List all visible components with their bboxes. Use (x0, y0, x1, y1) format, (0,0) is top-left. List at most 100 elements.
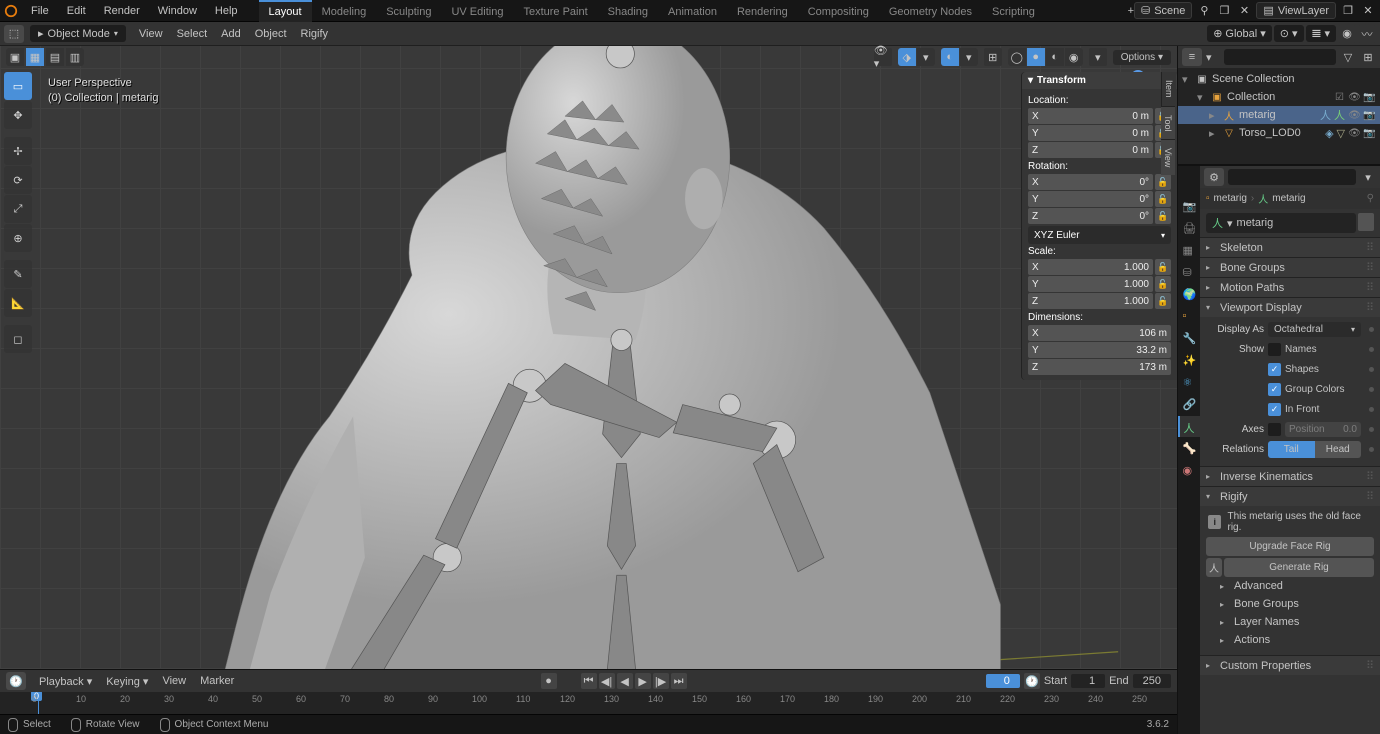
show-names-anim[interactable] (1369, 347, 1374, 352)
show-group-colors-checkbox[interactable] (1268, 383, 1281, 396)
outliner-search-input[interactable] (1224, 49, 1336, 65)
editor-type-button[interactable]: ⬚ (4, 25, 24, 43)
current-frame-field[interactable]: 0 (986, 674, 1020, 688)
viewport-menu-add[interactable]: Add (214, 25, 248, 43)
transform-panel-header[interactable]: ▾ Transform⠿ (1022, 72, 1177, 89)
advanced-sub-header[interactable]: ▸Advanced (1206, 577, 1374, 595)
dim-z-field[interactable]: Z173 m (1028, 359, 1171, 375)
menu-help[interactable]: Help (206, 1, 247, 21)
select-mode-face2[interactable]: ▥ (66, 48, 84, 66)
shading-wire[interactable]: ◯ (1008, 48, 1026, 66)
metarig-row[interactable]: ▸ 人 metarig 人人 👁📷 (1178, 106, 1380, 124)
display-as-dropdown[interactable]: Octahedral▾ (1268, 322, 1361, 337)
prop-tab-constraints[interactable]: 🔗 (1178, 394, 1200, 415)
play-reverse-button[interactable]: ◀ (617, 673, 633, 689)
properties-search-input[interactable] (1228, 169, 1356, 185)
scale-y-field[interactable]: Y1.000 (1028, 276, 1153, 292)
prop-tab-armature[interactable]: 人 (1178, 416, 1200, 437)
prop-tab-world[interactable]: 🌍 (1178, 284, 1200, 305)
rigify-panel-header[interactable]: ▾Rigify⠿ (1200, 486, 1380, 506)
workspace-tab-scripting[interactable]: Scripting (982, 0, 1045, 22)
scale-z-field[interactable]: Z1.000 (1028, 293, 1153, 309)
viewport-menu-rigify[interactable]: Rigify (294, 25, 336, 43)
play-button[interactable]: ▶ (635, 673, 651, 689)
rot-x-field[interactable]: X0° (1028, 174, 1153, 190)
viewlayer-delete-icon[interactable]: ✕ (1360, 3, 1376, 19)
rot-y-field[interactable]: Y0° (1028, 191, 1153, 207)
auto-key-toggle[interactable]: ● (541, 673, 557, 689)
generate-rig-button[interactable]: Generate Rig (1224, 558, 1374, 577)
torso-row[interactable]: ▸ ▽ Torso_LOD0 ◈▽ 👁📷 (1178, 124, 1380, 142)
axes-anim[interactable] (1369, 427, 1374, 432)
gizmo-dropdown[interactable]: ▾ (917, 48, 935, 66)
menu-window[interactable]: Window (149, 1, 206, 21)
playhead[interactable]: 0 (38, 692, 39, 714)
shading-rendered[interactable]: ◉ (1065, 48, 1083, 66)
scale-x-lock[interactable]: 🔓 (1155, 259, 1171, 275)
blender-logo-icon[interactable] (0, 0, 22, 22)
jump-prev-key-button[interactable]: ◀| (599, 673, 615, 689)
relations-tail-button[interactable]: Tail (1268, 441, 1315, 458)
in-front-anim[interactable] (1369, 407, 1374, 412)
properties-type-button[interactable]: ⚙ (1204, 168, 1224, 186)
n-tab-tool[interactable]: Tool (1161, 106, 1175, 140)
shading-material[interactable]: ◐ (1046, 48, 1064, 66)
tool-add-cube[interactable]: ◻ (4, 325, 32, 353)
scene-delete-icon[interactable]: ✕ (1236, 3, 1252, 19)
select-mode-edge[interactable]: ▦ (26, 48, 44, 66)
prop-tab-output[interactable]: 🖨 (1178, 218, 1200, 239)
timeline-menu-playback[interactable]: Playback ▾ (32, 672, 99, 691)
axes-checkbox[interactable] (1268, 423, 1281, 436)
ik-panel-header[interactable]: ▸Inverse Kinematics⠿ (1200, 466, 1380, 486)
snap-dropdown[interactable]: 𝌆 ▾ (1306, 25, 1336, 42)
workspace-tab-rendering[interactable]: Rendering (727, 0, 798, 22)
loc-x-field[interactable]: X0 m (1028, 108, 1153, 124)
timeline-menu-view[interactable]: View (155, 672, 193, 691)
prop-tab-scene[interactable]: ⛁ (1178, 262, 1200, 283)
tool-select-box[interactable]: ▭ (4, 72, 32, 100)
prop-tab-physics[interactable]: ⚛ (1178, 372, 1200, 393)
timeline-editor-type[interactable]: 🕐 (6, 672, 26, 690)
select-mode-face[interactable]: ▤ (46, 48, 64, 66)
scene-collection-row[interactable]: ▾▣ Scene Collection (1178, 70, 1380, 88)
pin-icon[interactable]: ⚲ (1367, 193, 1374, 204)
bone-groups-sub-header[interactable]: ▸Bone Groups (1206, 595, 1374, 613)
outliner-display-mode[interactable]: ▾ (1206, 51, 1220, 64)
prop-tab-material[interactable]: ◉ (1178, 460, 1200, 481)
actions-sub-header[interactable]: ▸Actions (1206, 631, 1374, 649)
rot-y-lock[interactable]: 🔓 (1155, 191, 1171, 207)
menu-file[interactable]: File (22, 1, 58, 21)
prop-tab-modifier[interactable]: 🔧 (1178, 328, 1200, 349)
3d-viewport[interactable] (0, 46, 1177, 669)
outliner-type-button[interactable]: ≡ (1182, 48, 1202, 66)
gizmo-toggle[interactable]: ⬗ (898, 48, 916, 66)
layer-names-sub-header[interactable]: ▸Layer Names (1206, 613, 1374, 631)
viewport-display-panel-header[interactable]: ▾Viewport Display⠿ (1200, 297, 1380, 317)
shading-solid[interactable]: ● (1027, 48, 1045, 66)
overlay-toggle[interactable]: ◐ (941, 48, 959, 66)
workspace-tab-shading[interactable]: Shading (598, 0, 658, 22)
rot-mode-dropdown[interactable]: XYZ Euler▾ (1028, 226, 1171, 244)
scale-x-field[interactable]: X1.000 (1028, 259, 1153, 275)
relations-anim[interactable] (1369, 447, 1374, 452)
scale-y-lock[interactable]: 🔓 (1155, 276, 1171, 292)
relations-head-button[interactable]: Head (1315, 441, 1362, 458)
prop-tab-render[interactable]: 📷 (1178, 196, 1200, 217)
prop-tab-object[interactable]: ▫ (1178, 306, 1200, 327)
armature-name-field[interactable]: 人▾ metarig (1206, 213, 1356, 233)
tool-move[interactable]: ✢ (4, 137, 32, 165)
menu-edit[interactable]: Edit (58, 1, 95, 21)
dim-x-field[interactable]: X106 m (1028, 325, 1171, 341)
tool-rotate[interactable]: ⟳ (4, 166, 32, 194)
workspace-tab-layout[interactable]: Layout (259, 0, 312, 22)
n-tab-item[interactable]: Item (1161, 72, 1176, 106)
workspace-tab-animation[interactable]: Animation (658, 0, 727, 22)
prop-tab-bone[interactable]: 🦴 (1178, 438, 1200, 459)
show-names-checkbox[interactable] (1268, 343, 1281, 356)
outliner-tree[interactable]: ▾▣ Scene Collection ▾ ▣ Collection ☑👁📷 ▸… (1178, 68, 1380, 164)
jump-start-button[interactable]: ⏮ (581, 673, 597, 689)
tool-scale[interactable]: ⤢ (4, 195, 32, 223)
mode-dropdown[interactable]: ▸ Object Mode ▾ (30, 25, 126, 42)
tool-cursor[interactable]: ✥ (4, 101, 32, 129)
orientation-dropdown[interactable]: ⊕ Global ▾ (1207, 25, 1272, 42)
